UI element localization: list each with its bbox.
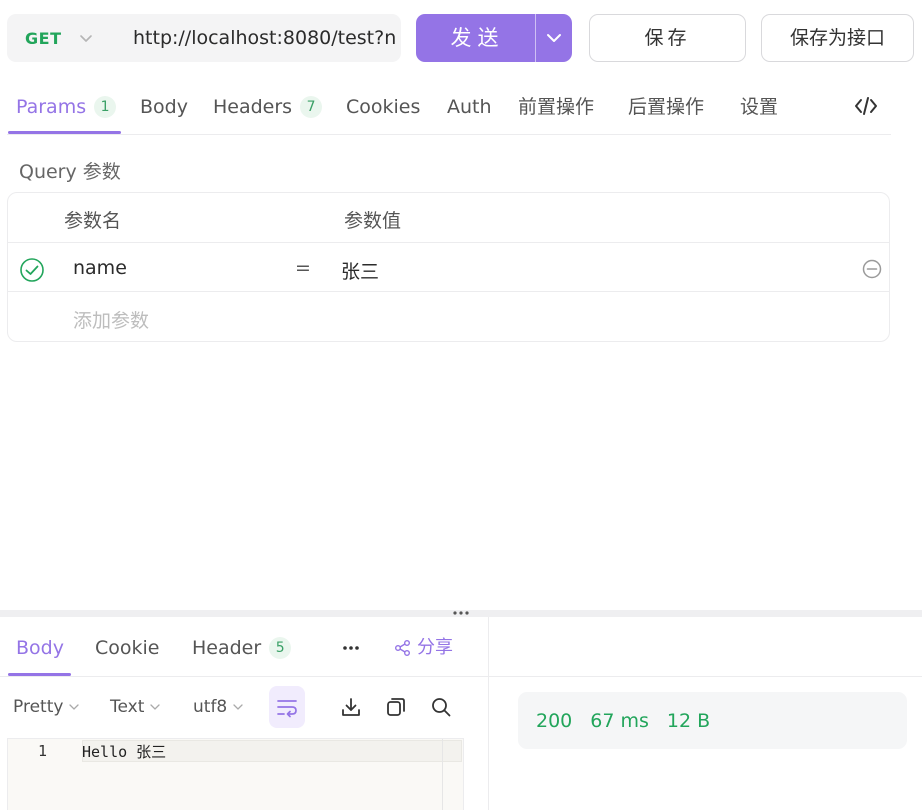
response-time: 67 ms xyxy=(590,709,649,732)
save-as-api-button[interactable]: 保存为接口 xyxy=(761,14,914,62)
chevron-down-icon xyxy=(233,704,243,710)
send-button[interactable]: 发送 xyxy=(416,14,572,62)
param-operator: = xyxy=(295,257,311,279)
share-icon xyxy=(395,640,410,656)
method-label: GET xyxy=(25,28,62,48)
save-button[interactable]: 保存 xyxy=(589,14,746,62)
add-param-input[interactable]: 添加参数 xyxy=(73,306,149,333)
copy-icon[interactable] xyxy=(385,696,407,718)
line-number: 1 xyxy=(38,742,48,760)
check-circle-icon[interactable] xyxy=(19,257,45,283)
response-tab-cookie[interactable]: Cookie xyxy=(95,634,160,662)
response-body-text: Hello 张三 xyxy=(82,743,167,761)
send-label: 发送 xyxy=(450,26,505,50)
tab-label: Headers xyxy=(213,96,293,118)
tab-badge: 5 xyxy=(269,637,292,659)
tab-label: Params xyxy=(16,96,87,118)
chevron-down-icon[interactable] xyxy=(544,29,564,47)
tab-settings[interactable]: 设置 xyxy=(740,93,778,121)
editor-scrollbar[interactable] xyxy=(442,739,443,810)
wrap-lines-button[interactable] xyxy=(269,686,305,728)
response-panel-divider xyxy=(488,617,489,810)
encoding-select[interactable]: utf8 xyxy=(193,695,244,719)
chevron-down-icon xyxy=(69,704,80,710)
encoding-label: utf8 xyxy=(193,697,228,717)
share-button[interactable]: 分享 xyxy=(394,634,453,662)
search-icon[interactable] xyxy=(430,696,452,718)
param-value-input[interactable]: 张三 xyxy=(341,257,379,284)
view-mode-select[interactable]: Pretty xyxy=(13,695,80,719)
download-icon[interactable] xyxy=(340,696,362,718)
view-mode-label: Pretty xyxy=(13,697,64,717)
tab-post-request[interactable]: 后置操作 xyxy=(628,93,704,121)
query-params-table: 参数名 参数值 name = 张三 添加参数 xyxy=(7,192,890,342)
tab-auth[interactable]: Auth xyxy=(447,93,492,121)
tab-cookies[interactable]: Cookies xyxy=(346,93,420,121)
url-bar: GET http://localhost:8080/test?name=张三 xyxy=(7,14,401,62)
tab-params[interactable]: Params 1 xyxy=(16,93,117,121)
drag-handle-icon[interactable] xyxy=(451,609,471,617)
tab-badge: 7 xyxy=(300,96,323,118)
query-section-title: Query 参数 xyxy=(19,161,121,183)
response-tab-body[interactable]: Body xyxy=(16,634,64,662)
tab-headers[interactable]: Headers 7 xyxy=(213,93,323,121)
response-editor[interactable]: 1 Hello 张三 xyxy=(7,738,464,810)
param-name-input[interactable]: name xyxy=(73,257,127,279)
tab-label: Header xyxy=(192,637,262,659)
column-header-name: 参数名 xyxy=(64,210,122,232)
chevron-down-icon xyxy=(80,35,92,42)
content-type-select[interactable]: Text xyxy=(110,695,161,719)
method-select[interactable]: GET xyxy=(7,14,115,62)
wrap-lines-icon xyxy=(277,700,297,718)
column-header-value: 参数值 xyxy=(344,210,402,232)
remove-circle-icon[interactable] xyxy=(861,258,883,280)
row-divider xyxy=(8,242,889,243)
tab-badge: 1 xyxy=(94,96,117,118)
tab-body[interactable]: Body xyxy=(140,93,188,121)
tab-pre-request[interactable]: 前置操作 xyxy=(518,93,594,121)
code-icon[interactable] xyxy=(853,93,879,119)
response-size: 12 B xyxy=(666,709,711,732)
send-divider xyxy=(535,14,536,62)
tabs-divider xyxy=(7,134,891,135)
response-stats: 200 67 ms 12 B xyxy=(518,692,907,749)
response-tabs-divider xyxy=(0,676,922,677)
content-type-label: Text xyxy=(110,697,145,717)
more-icon[interactable] xyxy=(341,640,361,656)
status-code: 200 xyxy=(536,709,573,732)
row-divider xyxy=(8,291,889,292)
chevron-down-icon xyxy=(150,704,161,710)
share-label: 分享 xyxy=(417,637,453,658)
url-input[interactable]: http://localhost:8080/test?name=张三 xyxy=(133,14,395,62)
response-tab-header[interactable]: Header 5 xyxy=(192,634,292,662)
